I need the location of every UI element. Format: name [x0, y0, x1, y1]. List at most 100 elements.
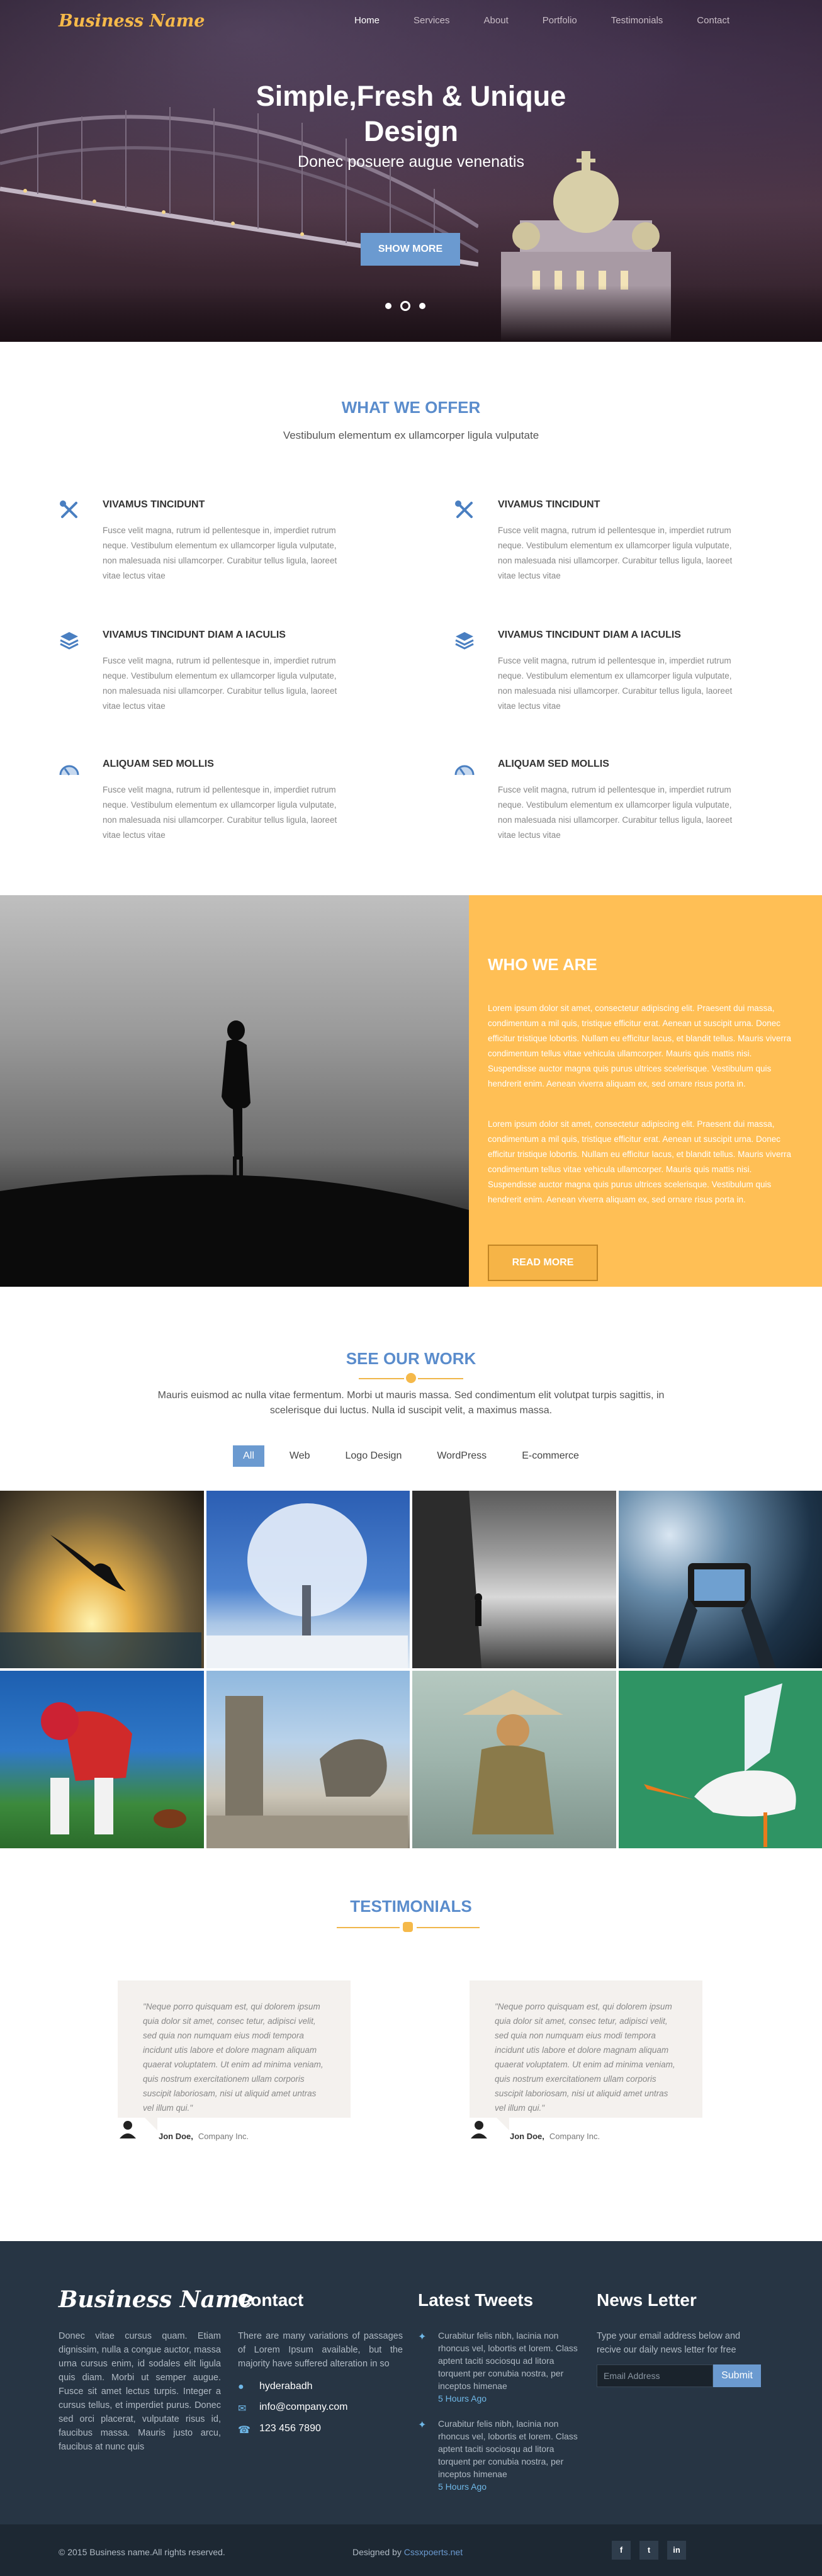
slider-dots [385, 301, 425, 311]
testimonial-author: Jon Doe, Company Inc. [159, 2132, 249, 2141]
filter-all[interactable]: All [233, 1445, 264, 1467]
tweet-text: Curabitur felis nibh, lacinia non rhoncu… [438, 2330, 578, 2391]
who-we-are-panel: WHO WE ARE Lorem ipsum dolor sit amet, c… [469, 895, 822, 1287]
footer-about: Donec vitae cursus quam. Etiam dignissim… [59, 2331, 221, 2452]
designer-link[interactable]: Cssxpoerts.net [404, 2547, 463, 2557]
tweet-item: Curabitur felis nibh, lacinia non rhoncu… [438, 2329, 583, 2405]
twitter-icon: ✦ [418, 2420, 427, 2431]
offer-item-title: VIVAMUS TINCIDUNT [498, 499, 600, 510]
gallery-gargoyle-city[interactable] [206, 1671, 410, 1848]
slider-dot-1[interactable] [385, 303, 391, 309]
gallery-camera-hands[interactable] [618, 1491, 822, 1668]
work-title: SEE OUR WORK [346, 1349, 476, 1368]
portfolio-gallery [0, 1491, 822, 1848]
main-menu: Home Services About Portfolio Testimonia… [337, 15, 746, 26]
gear-icon [406, 1373, 416, 1383]
footer-newsletter-title: News Letter [597, 2290, 697, 2310]
offer-item-text: Fusce velit magna, rutrum id pellentesqu… [498, 656, 733, 711]
nav-about[interactable]: About [467, 15, 526, 26]
footer-contact-title: Contact [238, 2290, 304, 2310]
who-paragraph-1: Lorem ipsum dolor sit amet, consectetur … [488, 1003, 791, 1088]
silhouette-photo [0, 895, 469, 1287]
offer-item-title: VIVAMUS TINCIDUNT DIAM A IACULIS [103, 630, 286, 640]
offer-title: WHAT WE OFFER [341, 398, 481, 417]
offer-item-text: Fusce velit magna, rutrum id pellentesqu… [103, 656, 337, 711]
user-icon [471, 2121, 487, 2138]
footer-email[interactable]: info@company.com [259, 2402, 347, 2413]
work-subtitle-line1: Mauris euismod ac nulla vitae fermentum.… [157, 1390, 665, 1401]
gallery-farmer-hat[interactable] [412, 1671, 616, 1848]
chat-icon [403, 1922, 413, 1932]
twitter-icon[interactable]: t [639, 2541, 658, 2560]
testimonials-divider-right [417, 1927, 480, 1928]
author-company: Company Inc. [549, 2132, 600, 2141]
testimonials-title: TESTIMONIALS [350, 1897, 472, 1916]
work-divider-right [418, 1378, 463, 1379]
newsletter-submit-button[interactable]: Submit [713, 2364, 761, 2387]
testimonial-quote: "Neque porro quisquam est, qui dolorem i… [118, 1980, 351, 2118]
show-more-button[interactable]: SHOW MORE [361, 233, 460, 266]
nav-services[interactable]: Services [397, 15, 467, 26]
tweet-time[interactable]: 5 Hours Ago [438, 2392, 583, 2405]
user-icon [120, 2121, 136, 2138]
hero-section: Business Name Home Services About Portfo… [0, 0, 822, 342]
read-more-button[interactable]: READ MORE [488, 1245, 598, 1281]
dashboard-icon [59, 765, 79, 776]
nav-home[interactable]: Home [337, 15, 397, 26]
nav-testimonials[interactable]: Testimonials [594, 15, 680, 26]
footer-logo[interactable]: Business Name [59, 2286, 254, 2313]
site-logo[interactable]: Business Name [59, 11, 205, 31]
hero-ground-shade [0, 285, 822, 342]
quote-tail [145, 2118, 157, 2130]
gallery-football-player[interactable] [0, 1671, 204, 1848]
gallery-stork[interactable] [618, 1671, 822, 1848]
location-icon: ● [238, 2381, 244, 2392]
offer-item-title: VIVAMUS TINCIDUNT [103, 499, 205, 510]
top-navigation: Business Name Home Services About Portfo… [0, 0, 822, 44]
footer-phone: 123 456 7890 [259, 2423, 321, 2434]
author-company: Company Inc. [198, 2132, 249, 2141]
gallery-waterfall[interactable] [412, 1491, 616, 1668]
who-paragraph-2: Lorem ipsum dolor sit amet, consectetur … [488, 1119, 791, 1204]
dashboard-icon [454, 765, 475, 776]
testimonials-divider-left [337, 1927, 400, 1928]
filter-logo-design[interactable]: Logo Design [335, 1445, 412, 1467]
work-divider-left [359, 1378, 404, 1379]
nav-contact[interactable]: Contact [680, 15, 746, 26]
offer-item-title: VIVAMUS TINCIDUNT DIAM A IACULIS [498, 630, 681, 640]
nav-portfolio[interactable]: Portfolio [526, 15, 594, 26]
testimonial-quote: "Neque porro quisquam est, qui dolorem i… [470, 1980, 702, 2118]
portfolio-filters: All Web Logo Design WordPress E-commerce [0, 1445, 822, 1467]
slider-dot-2[interactable] [400, 301, 410, 311]
offer-item-text: Fusce velit magna, rutrum id pellentesqu… [103, 526, 337, 580]
footer-tweets-title: Latest Tweets [418, 2290, 534, 2310]
footer-address: hyderabadh [259, 2381, 313, 2392]
hero-title-line2: Design [363, 115, 459, 147]
newsletter-email-input[interactable]: Email Address [597, 2364, 713, 2387]
tools-icon [60, 500, 77, 518]
gallery-bird-sunset[interactable] [0, 1491, 204, 1668]
testimonial-author: Jon Doe, Company Inc. [510, 2132, 600, 2141]
hero-title: Simple,Fresh & Unique Design [0, 79, 822, 149]
tweet-time[interactable]: 5 Hours Ago [438, 2480, 583, 2493]
gallery-frozen-tree[interactable] [206, 1491, 410, 1668]
author-name: Jon Doe, [159, 2132, 193, 2141]
slider-dot-3[interactable] [419, 303, 425, 309]
filter-wordpress[interactable]: WordPress [427, 1445, 497, 1467]
hero-subtitle: Donec posuere augue venenatis [298, 153, 524, 171]
phone-icon: ☎ [238, 2425, 251, 2436]
tools-icon [455, 500, 473, 518]
work-subtitle-line2: scelerisque dui luctus. Nulla id suscipi… [269, 1405, 553, 1416]
offer-item-title: ALIQUAM SED MOLLIS [103, 759, 214, 769]
author-name: Jon Doe, [510, 2132, 544, 2141]
filter-web[interactable]: Web [279, 1445, 320, 1467]
tweet-text: Curabitur felis nibh, lacinia non rhoncu… [438, 2419, 578, 2479]
filter-ecommerce[interactable]: E-commerce [512, 1445, 589, 1467]
linkedin-icon[interactable]: in [667, 2541, 686, 2560]
quote-tail [497, 2118, 509, 2130]
offer-item-text: Fusce velit magna, rutrum id pellentesqu… [103, 785, 337, 840]
offer-item-text: Fusce velit magna, rutrum id pellentesqu… [498, 785, 733, 840]
newsletter-text: Type your email address below and recive… [597, 2331, 741, 2355]
facebook-icon[interactable]: f [612, 2541, 631, 2560]
designed-by-label: Designed by [352, 2547, 404, 2557]
